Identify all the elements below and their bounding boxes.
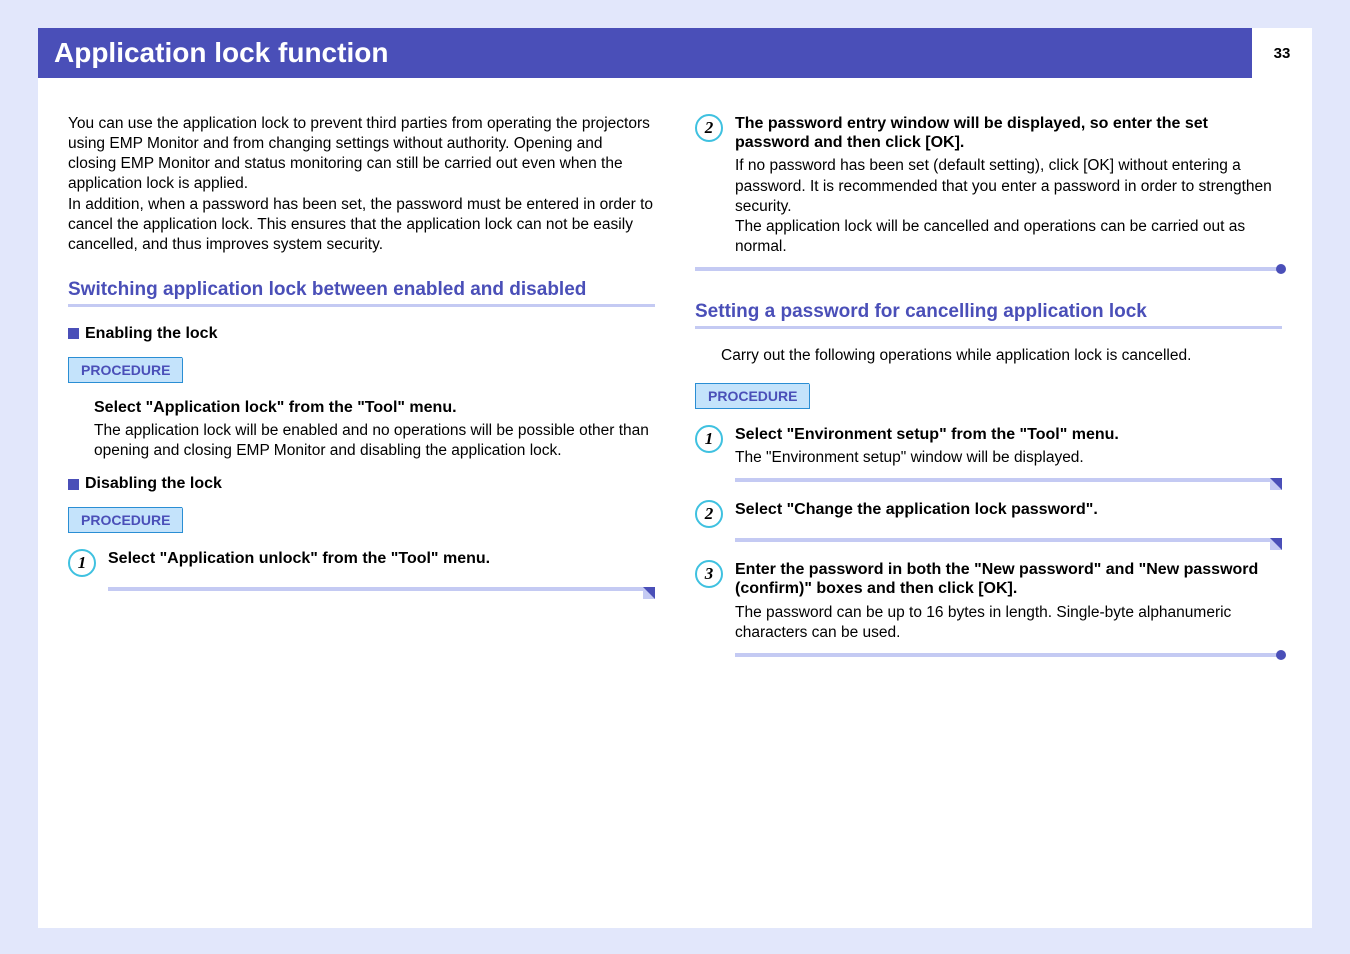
intro-text: You can use the application lock to prev… <box>68 114 655 279</box>
section-heading: Switching application lock between enabl… <box>68 279 655 307</box>
step-number-badge: 2 <box>695 500 723 528</box>
step-item: 1 Select "Application unlock" from the "… <box>68 549 655 577</box>
step-heading: Select "Application unlock" from the "To… <box>108 549 655 568</box>
step-body: The password can be up to 16 bytes in le… <box>735 603 1282 643</box>
step-heading: Select "Change the application lock pass… <box>735 500 1282 519</box>
procedure-tag: PROCEDURE <box>68 507 183 533</box>
content-columns: You can use the application lock to prev… <box>38 78 1312 685</box>
step-body: If no password has been set (default set… <box>735 156 1282 216</box>
sub-heading-enable: Enabling the lock <box>68 325 655 343</box>
step-heading: The password entry window will be displa… <box>735 114 1282 152</box>
step-divider <box>735 538 1282 542</box>
right-column: 2 The password entry window will be disp… <box>695 114 1282 685</box>
square-bullet-icon <box>68 328 79 339</box>
step-body: The application lock will be cancelled a… <box>735 217 1282 257</box>
document-page: Application lock function 33 You can use… <box>38 28 1312 928</box>
left-column: You can use the application lock to prev… <box>68 114 655 685</box>
step-text: Select "Application unlock" from the "To… <box>108 549 655 577</box>
procedure-tag: PROCEDURE <box>68 357 183 383</box>
page-number: 33 <box>1252 28 1312 78</box>
section-end-divider <box>695 267 1282 271</box>
step-text: Enter the password in both the "New pass… <box>735 560 1282 643</box>
step-item: 2 Select "Change the application lock pa… <box>695 500 1282 528</box>
step-number-badge: 3 <box>695 560 723 588</box>
square-bullet-icon <box>68 479 79 490</box>
step-heading: Select "Application lock" from the "Tool… <box>68 399 655 417</box>
step-heading: Select "Environment setup" from the "Too… <box>735 425 1282 444</box>
step-divider <box>735 478 1282 482</box>
section-note: Carry out the following operations while… <box>695 347 1282 365</box>
step-text: Select "Environment setup" from the "Too… <box>735 425 1282 468</box>
step-text: The password entry window will be displa… <box>735 114 1282 257</box>
step-number-badge: 2 <box>695 114 723 142</box>
procedure-tag: PROCEDURE <box>695 383 810 409</box>
step-number-badge: 1 <box>695 425 723 453</box>
step-item: 2 The password entry window will be disp… <box>695 114 1282 257</box>
sub-heading-label: Enabling the lock <box>85 325 217 343</box>
step-item: 3 Enter the password in both the "New pa… <box>695 560 1282 643</box>
sub-heading-disable: Disabling the lock <box>68 475 655 493</box>
step-heading: Enter the password in both the "New pass… <box>735 560 1282 598</box>
page-title: Application lock function <box>54 37 388 69</box>
sub-heading-label: Disabling the lock <box>85 475 222 493</box>
step-body: The "Environment setup" window will be d… <box>735 448 1282 468</box>
section-heading: Setting a password for cancelling applic… <box>695 301 1282 329</box>
step-body: The application lock will be enabled and… <box>68 421 655 461</box>
step-text: Select "Change the application lock pass… <box>735 500 1282 528</box>
section-end-divider <box>735 653 1282 657</box>
step-divider <box>108 587 655 591</box>
step-number-badge: 1 <box>68 549 96 577</box>
step-item: 1 Select "Environment setup" from the "T… <box>695 425 1282 468</box>
title-bar: Application lock function 33 <box>38 28 1312 78</box>
